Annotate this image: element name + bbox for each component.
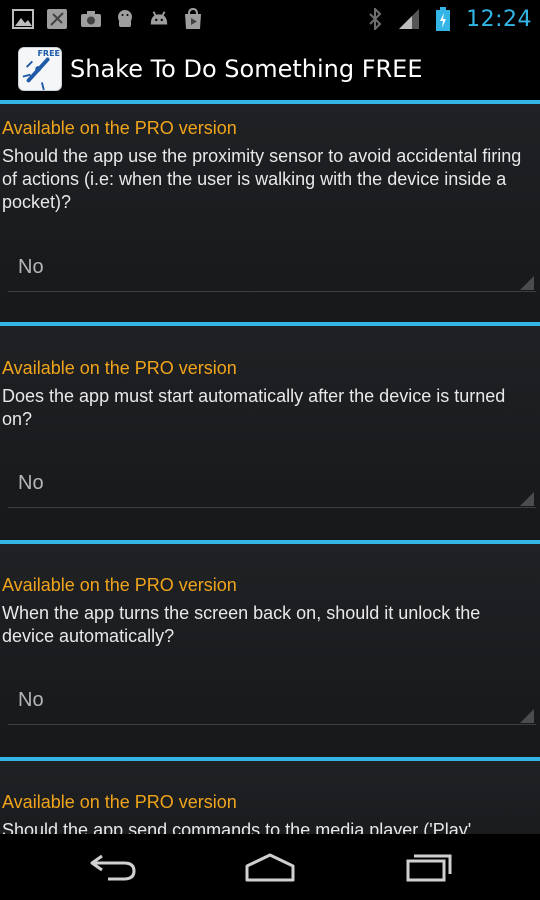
battery-icon [432,7,454,31]
settings-list[interactable]: Available on the PRO version Should the … [0,104,540,834]
setting-media-player: Available on the PRO version Should the … [0,761,540,834]
setting-question: Should the app send commands to the medi… [2,820,472,834]
status-bar: 12:24 [0,0,540,38]
gallery-icon [12,8,34,30]
recents-icon [406,854,452,882]
navigation-bar [0,834,540,900]
bluetooth-icon [364,8,386,30]
spinner-value: No [18,472,44,494]
setting-proximity-sensor: Available on the PRO version Should the … [0,104,540,322]
setting-question: Should the app use the proximity sensor … [2,146,522,212]
spinner-caret-icon [520,492,534,506]
pro-version-label: Available on the PRO version [2,575,237,595]
start-on-boot-spinner[interactable]: No [8,464,536,508]
home-icon [245,853,295,882]
system-icons: 12:24 [364,7,532,32]
app-icon[interactable]: FREE [18,47,62,91]
spinner-value: No [18,689,44,711]
spinner-underline [8,724,536,725]
setting-start-on-boot: Available on the PRO version Does the ap… [0,326,540,540]
spinner-caret-icon [520,276,534,290]
action-bar: FREE Shake To Do Something FREE [0,38,540,100]
free-badge: FREE [37,49,60,58]
camera-icon [80,8,102,30]
auto-unlock-spinner[interactable]: No [8,681,536,725]
proximity-sensor-spinner[interactable]: No [8,248,536,292]
back-icon [90,854,136,881]
pro-version-label: Available on the PRO version [2,358,237,378]
recents-button[interactable] [394,846,464,888]
spinner-caret-icon [520,709,534,723]
pro-version-label: Available on the PRO version [2,792,237,812]
notification-icons [12,8,204,30]
clock: 12:24 [466,6,532,32]
setting-question: When the app turns the screen back on, s… [2,603,481,646]
setting-auto-unlock: Available on the PRO version When the ap… [0,544,540,757]
android-icon [148,8,170,30]
home-button[interactable] [235,846,305,888]
back-button[interactable] [78,846,148,888]
signal-icon [398,8,420,30]
android-icon [114,8,136,30]
spinner-value: No [18,256,44,278]
app-notification-icon [46,8,68,30]
play-store-icon [182,8,204,30]
spinner-underline [8,291,536,292]
app-title: Shake To Do Something FREE [70,55,423,83]
setting-question: Does the app must start automatically af… [2,386,506,429]
spinner-underline [8,507,536,508]
pro-version-label: Available on the PRO version [2,118,237,138]
android-screen: 12:24 FREE Shake To Do Something FREE Av… [0,0,540,900]
